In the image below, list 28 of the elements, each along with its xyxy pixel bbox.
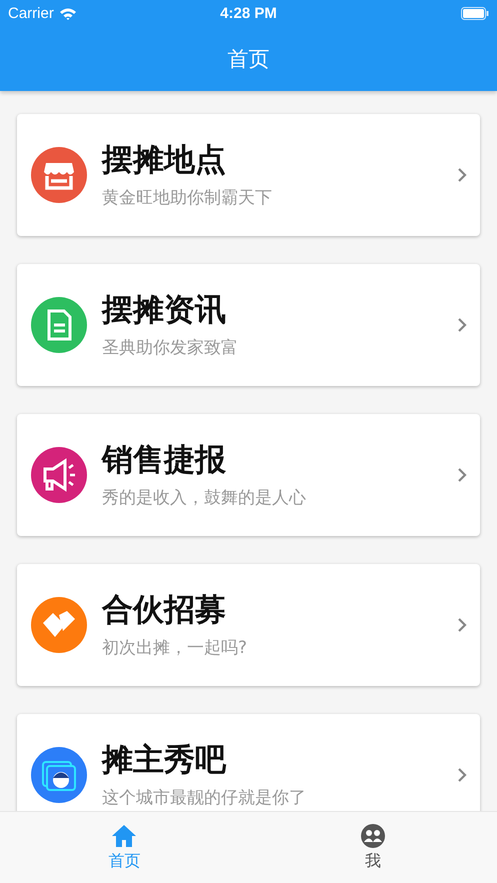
- card-title: 摆摊地点: [102, 141, 227, 179]
- card-subtitle: 初次出摊，一起吗?: [102, 637, 248, 659]
- menu-card[interactable]: 摆摊资讯 圣典助你发家致富: [17, 264, 480, 386]
- card-subtitle: 圣典助你发家致富: [102, 337, 239, 359]
- menu-card[interactable]: 合伙招募 初次出摊，一起吗?: [17, 564, 480, 686]
- page-title: 首页: [228, 46, 270, 72]
- card-title: 摊主秀吧: [102, 741, 228, 779]
- card-title: 销售捷报: [102, 441, 227, 479]
- card-subtitle: 秀的是收入，鼓舞的是人心: [102, 487, 307, 509]
- status-time: 4:28 PM: [220, 4, 277, 22]
- card-title: 合伙招募: [102, 591, 227, 629]
- menu-card[interactable]: 销售捷报 秀的是收入，鼓舞的是人心: [17, 414, 480, 536]
- chevron-icon: [456, 766, 468, 784]
- card-title: 摆摊资讯: [102, 291, 227, 329]
- menu-card[interactable]: 摆摊地点 黄金旺地助你制霸天下: [17, 114, 480, 236]
- wifi-icon: [58, 6, 77, 20]
- chevron-icon: [456, 166, 468, 184]
- tab-item[interactable]: 我: [248, 812, 497, 883]
- chevron-icon: [456, 466, 468, 484]
- menu-card[interactable]: 摊主秀吧 这个城市最靓的仔就是你了: [17, 714, 480, 811]
- carrier-label: Carrier: [8, 4, 54, 22]
- people-icon: [360, 823, 386, 849]
- home-icon: [111, 823, 138, 849]
- card-subtitle: 黄金旺地助你制霸天下: [102, 187, 273, 209]
- chevron-icon: [456, 616, 468, 634]
- battery-icon: [461, 6, 490, 20]
- chevron-icon: [456, 316, 468, 334]
- card-subtitle: 这个城市最靓的仔就是你了: [102, 787, 307, 809]
